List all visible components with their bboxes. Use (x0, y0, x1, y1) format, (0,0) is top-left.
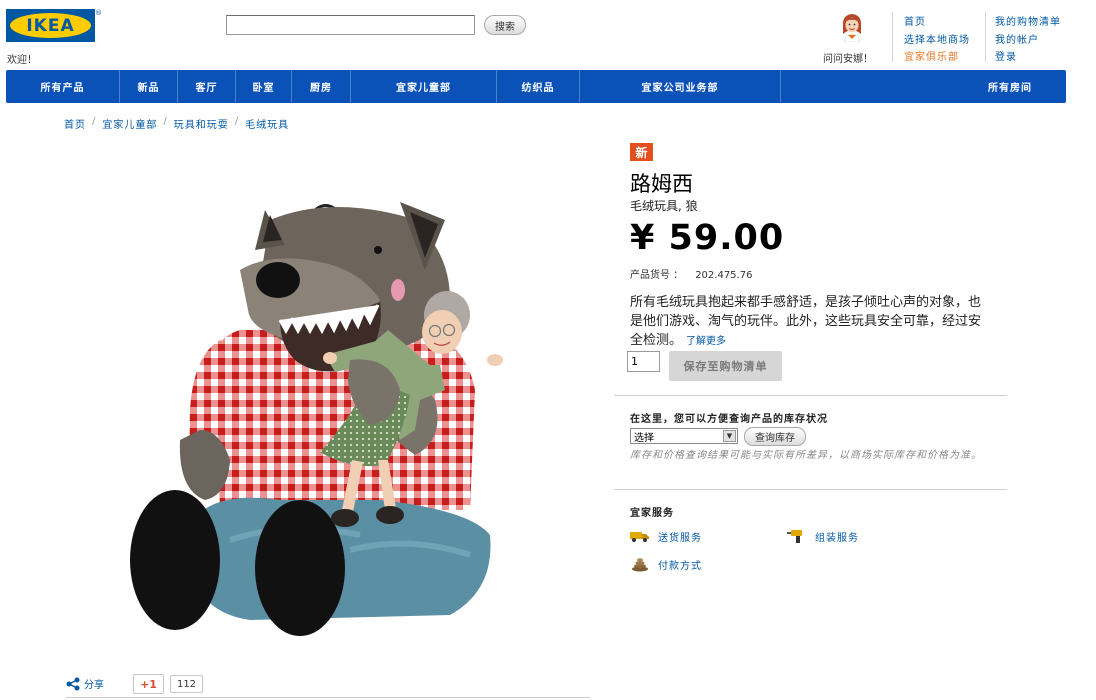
services-title: 宜家服务 (630, 508, 674, 519)
main-nav: 所有产品 新品 客厅 卧室 厨房 宜家儿童部 纺织品 宜家公司业务部 所有房间 (6, 70, 1066, 103)
google-plus-button[interactable]: +1 (133, 674, 164, 694)
choose-store-link[interactable]: 选择本地商场 (904, 31, 970, 46)
new-badge: 新 (630, 143, 653, 161)
header-divider (985, 12, 986, 62)
chevron-down-icon[interactable]: ▼ (723, 430, 736, 442)
save-to-list-button[interactable]: 保存至购物清单 (669, 351, 782, 381)
article-number-row: 产品货号 ： 202.475.76 (630, 266, 752, 281)
delivery-service-link[interactable]: 送货服务 (630, 528, 702, 544)
nav-item-all-rooms[interactable]: 所有房间 (781, 70, 1066, 103)
store-select[interactable]: 选择 ▼ (630, 428, 738, 444)
product-price: ¥ 59.00 (630, 218, 785, 258)
ikea-family-link[interactable]: 宜家俱乐部 (904, 48, 959, 63)
breadcrumb-home[interactable]: 首页 (64, 116, 86, 131)
coins-icon (630, 556, 650, 572)
anna-avatar-icon[interactable] (838, 12, 866, 42)
ask-anna-link[interactable]: 问问安娜！ (823, 50, 873, 65)
breadcrumb-separator: / (163, 116, 168, 127)
divider (614, 395, 1007, 396)
nav-item-new[interactable]: 新品 (120, 70, 178, 103)
drill-icon (787, 528, 807, 544)
home-link[interactable]: 首页 (904, 13, 926, 28)
breadcrumb-separator: / (92, 116, 97, 127)
welcome-text: 欢迎！ (7, 55, 37, 66)
share-icon (66, 677, 80, 690)
article-number-label: 产品货号 ： (630, 270, 684, 281)
article-number-value: 202.475.76 (695, 270, 753, 281)
truck-icon (630, 528, 650, 544)
shopping-list-link[interactable]: 我的购物清单 (995, 13, 1061, 28)
breadcrumb-soft-toys[interactable]: 毛绒玩具 (245, 116, 289, 131)
assembly-service-label: 组装服务 (815, 532, 859, 544)
product-type: 毛绒玩具, 狼 (630, 199, 698, 213)
stock-check-title: 在这里，您可以方便查询产品的库存状况 (630, 414, 828, 425)
breadcrumb: 首页 / 宜家儿童部 / 玩具和玩耍 / 毛绒玩具 (64, 116, 289, 131)
nav-item-kitchen[interactable]: 厨房 (292, 70, 351, 103)
share-link[interactable]: 分享 (66, 676, 104, 691)
logo-oval: IKEA (10, 13, 91, 38)
nav-item-all-products[interactable]: 所有产品 (6, 70, 120, 103)
share-label: 分享 (84, 680, 104, 691)
my-account-link[interactable]: 我的帐户 (995, 31, 1039, 46)
login-link[interactable]: 登录 (995, 48, 1017, 63)
product-description: 所有毛绒玩具抱起来都手感舒适，是孩子倾吐心声的对象，也是他们游戏、淘气的玩伴。此… (630, 295, 982, 348)
nav-item-bedroom[interactable]: 卧室 (236, 70, 292, 103)
google-plus-count: 112 (170, 675, 203, 693)
search-button[interactable]: 搜索 (484, 15, 526, 35)
store-select-value: 选择 (634, 432, 654, 444)
ikea-logo[interactable]: IKEA (6, 9, 95, 42)
google-plus-label: +1 (140, 677, 157, 691)
check-stock-button[interactable]: 查询库存 (744, 427, 806, 446)
nav-item-business[interactable]: 宜家公司业务部 (580, 70, 781, 103)
breadcrumb-children[interactable]: 宜家儿童部 (102, 116, 157, 131)
breadcrumb-separator: / (234, 116, 240, 127)
quantity-input[interactable]: 1 (627, 351, 660, 372)
divider (614, 489, 1007, 490)
stock-disclaimer: 库存和价格查询结果可能与实际有所差异，以商场实际库存和价格为准。 (630, 450, 982, 461)
nav-item-textiles[interactable]: 纺织品 (497, 70, 580, 103)
registered-mark: ® (95, 9, 102, 17)
product-description-block: 所有毛绒玩具抱起来都手感舒适，是孩子倾吐心声的对象，也是他们游戏、淘气的玩伴。此… (630, 293, 990, 351)
product-image[interactable] (120, 190, 520, 640)
payment-label: 付款方式 (658, 560, 702, 572)
logo-text: IKEA (26, 15, 75, 36)
assembly-service-link[interactable]: 组装服务 (787, 528, 859, 544)
nav-item-living-room[interactable]: 客厅 (178, 70, 236, 103)
product-name: 路姆西 (630, 172, 693, 196)
delivery-service-label: 送货服务 (658, 532, 702, 544)
breadcrumb-toys[interactable]: 玩具和玩耍 (174, 116, 229, 131)
search-input[interactable] (226, 15, 475, 35)
payment-link[interactable]: 付款方式 (630, 556, 702, 572)
header-divider (892, 12, 893, 62)
nav-item-children[interactable]: 宜家儿童部 (351, 70, 497, 103)
divider (66, 697, 590, 698)
read-more-link[interactable]: 了解更多 (686, 336, 726, 347)
